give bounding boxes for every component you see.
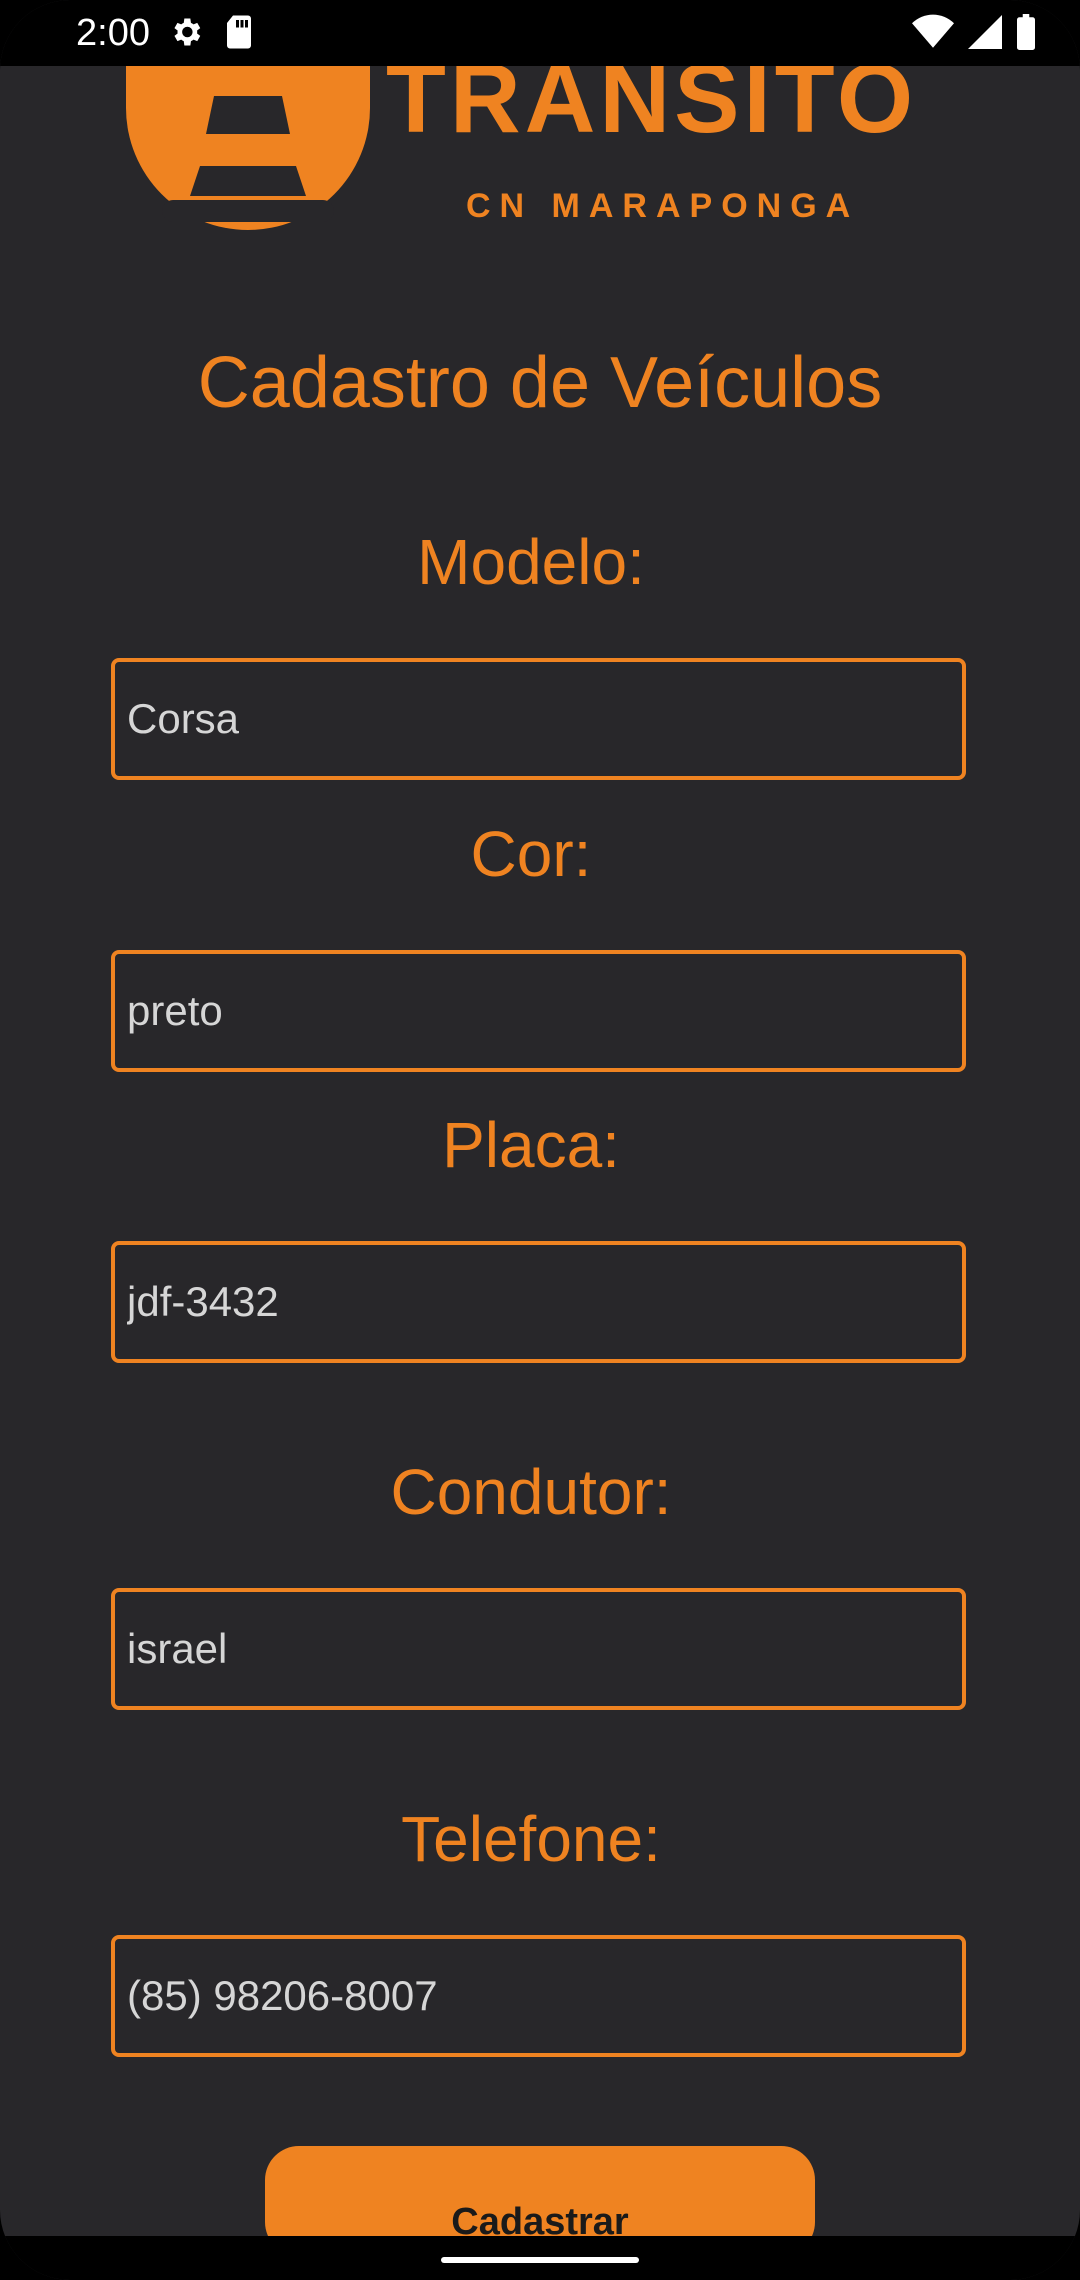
telefone-input[interactable] [111, 1935, 966, 2057]
signal-icon [968, 14, 1002, 55]
modelo-input[interactable] [111, 658, 966, 780]
modelo-label: Modelo: [417, 526, 645, 598]
status-left-icons [168, 14, 254, 55]
condutor-input[interactable] [111, 1588, 966, 1710]
app-screen: 2:00 TRANSITO CN MARAPONGA Cadastro de V… [0, 0, 1080, 2280]
telefone-label: Telefone: [401, 1803, 661, 1875]
status-right-icons [912, 14, 1036, 55]
sd-card-icon [224, 14, 254, 55]
logo-circle [126, 40, 370, 230]
status-time: 2:00 [76, 12, 150, 54]
home-gesture-handle[interactable] [441, 2257, 639, 2263]
gear-icon [168, 14, 204, 55]
logo-subtitle: CN MARAPONGA [466, 187, 860, 225]
status-bar: 2:00 [0, 0, 1080, 66]
cor-input[interactable] [111, 950, 966, 1072]
placa-label: Placa: [442, 1109, 620, 1181]
condutor-label: Condutor: [390, 1456, 672, 1528]
cor-label: Cor: [470, 818, 592, 890]
traffic-cone-icon [162, 96, 334, 222]
page-title: Cadastro de Veículos [197, 343, 883, 423]
battery-icon [1016, 14, 1036, 55]
wifi-icon [912, 14, 954, 55]
navigation-bar [0, 2236, 1080, 2280]
placa-input[interactable] [111, 1241, 966, 1363]
app-logo: TRANSITO CN MARAPONGA [126, 40, 966, 230]
